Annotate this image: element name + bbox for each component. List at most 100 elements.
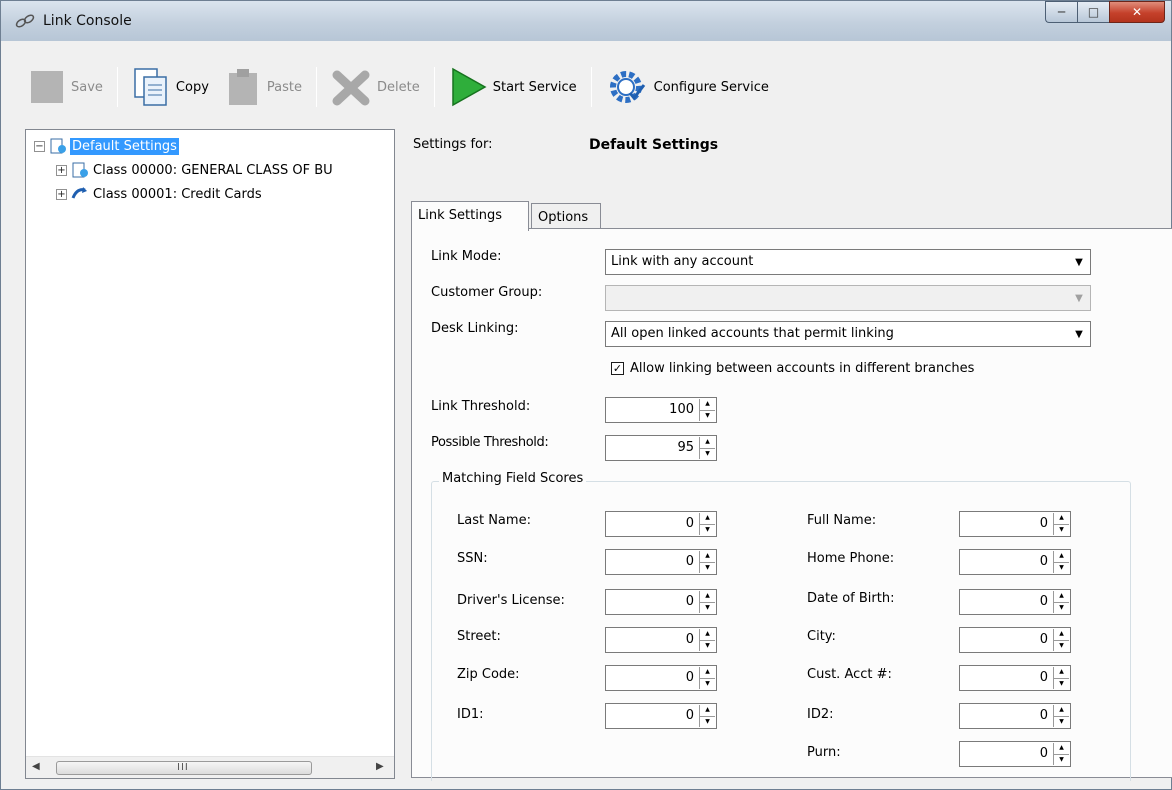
street-score-stepper[interactable]: 0 ▲ ▼ (605, 627, 717, 653)
spin-down-icon[interactable]: ▼ (699, 716, 715, 727)
paste-button[interactable]: Paste (219, 62, 308, 112)
spin-down-icon[interactable]: ▼ (699, 524, 715, 535)
scroll-right-icon[interactable]: ▶ (376, 761, 384, 772)
spin-buttons[interactable]: ▲ ▼ (699, 399, 715, 421)
link-mode-dropdown[interactable]: Link with any account ▼ (605, 249, 1091, 275)
spin-buttons[interactable]: ▲ ▼ (699, 705, 715, 727)
city-score-stepper[interactable]: 0 ▲ ▼ (959, 627, 1071, 653)
ssn-score-stepper[interactable]: 0 ▲ ▼ (605, 549, 717, 575)
link-threshold-stepper[interactable]: 100 ▲ ▼ (605, 397, 717, 423)
spin-down-icon[interactable]: ▼ (699, 602, 715, 613)
zip-code-score-stepper[interactable]: 0 ▲ ▼ (605, 665, 717, 691)
minimize-button[interactable]: ─ (1045, 1, 1077, 23)
copy-button[interactable]: Copy (126, 62, 215, 112)
spin-buttons[interactable]: ▲ ▼ (1053, 743, 1069, 765)
horizontal-scrollbar[interactable]: ◀ III ▶ (26, 756, 394, 778)
start-service-button[interactable]: Start Service (443, 62, 583, 112)
close-button[interactable]: ✕ (1109, 1, 1165, 23)
tree-node[interactable]: + Class 00000: GENERAL CLASS OF BU (56, 160, 333, 180)
date-of-birth-label: Date of Birth: (807, 591, 895, 606)
spin-up-icon[interactable]: ▲ (1053, 513, 1069, 525)
spin-buttons[interactable]: ▲ ▼ (1053, 705, 1069, 727)
scroll-thumb[interactable]: III (56, 761, 312, 775)
spin-down-icon[interactable]: ▼ (1053, 602, 1069, 613)
chevron-down-icon[interactable]: ▼ (1070, 252, 1088, 272)
spin-up-icon[interactable]: ▲ (699, 513, 715, 525)
desk-linking-dropdown[interactable]: All open linked accounts that permit lin… (605, 321, 1091, 347)
toolbar-separator (316, 67, 317, 107)
expand-icon[interactable]: + (56, 164, 67, 176)
spin-up-icon[interactable]: ▲ (699, 667, 715, 679)
spin-up-icon[interactable]: ▲ (1053, 705, 1069, 717)
collapse-icon[interactable]: − (34, 140, 45, 152)
id2-score-stepper[interactable]: 0 ▲ ▼ (959, 703, 1071, 729)
tree-item-label[interactable]: Class 00001: Credit Cards (93, 187, 262, 202)
tree-node-root[interactable]: − Default Settings (34, 136, 179, 156)
tab-options[interactable]: Options (531, 203, 601, 229)
spin-buttons[interactable]: ▲ ▼ (699, 513, 715, 535)
save-button[interactable]: Save (23, 62, 109, 112)
spin-up-icon[interactable]: ▲ (699, 629, 715, 641)
spin-up-icon[interactable]: ▲ (1053, 551, 1069, 563)
purn-score-stepper[interactable]: 0 ▲ ▼ (959, 741, 1071, 767)
spin-down-icon[interactable]: ▼ (1053, 754, 1069, 765)
spin-down-icon[interactable]: ▼ (1053, 562, 1069, 573)
spin-buttons[interactable]: ▲ ▼ (1053, 667, 1069, 689)
score-value: 0 (1039, 708, 1048, 723)
spin-buttons[interactable]: ▲ ▼ (699, 667, 715, 689)
spin-down-icon[interactable]: ▼ (1053, 678, 1069, 689)
spin-buttons[interactable]: ▲ ▼ (699, 551, 715, 573)
paste-label: Paste (266, 79, 302, 95)
allow-linking-checkbox[interactable]: ✓ Allow linking between accounts in diff… (611, 361, 974, 376)
last-name-score-stepper[interactable]: 0 ▲ ▼ (605, 511, 717, 537)
expand-icon[interactable]: + (56, 188, 67, 200)
spin-down-icon[interactable]: ▼ (1053, 524, 1069, 535)
configure-service-button[interactable]: Configure Service (600, 62, 775, 112)
tree-root-label[interactable]: Default Settings (70, 137, 179, 155)
home-phone-score-stepper[interactable]: 0 ▲ ▼ (959, 549, 1071, 575)
spin-buttons[interactable]: ▲ ▼ (1053, 551, 1069, 573)
chevron-down-icon[interactable]: ▼ (1070, 324, 1088, 344)
settings-tree[interactable]: − Default Settings + Class 00000: GENERA… (25, 129, 395, 779)
spin-up-icon[interactable]: ▲ (699, 437, 715, 449)
spin-buttons[interactable]: ▲ ▼ (699, 629, 715, 651)
spin-up-icon[interactable]: ▲ (699, 591, 715, 603)
cust-acct-score-stepper[interactable]: 0 ▲ ▼ (959, 665, 1071, 691)
spin-up-icon[interactable]: ▲ (699, 705, 715, 717)
spin-down-icon[interactable]: ▼ (699, 678, 715, 689)
spin-up-icon[interactable]: ▲ (1053, 743, 1069, 755)
spin-buttons[interactable]: ▲ ▼ (699, 437, 715, 459)
link-mode-value: Link with any account (611, 254, 754, 269)
spin-buttons[interactable]: ▲ ▼ (1053, 629, 1069, 651)
possible-threshold-stepper[interactable]: 95 ▲ ▼ (605, 435, 717, 461)
spin-down-icon[interactable]: ▼ (699, 640, 715, 651)
customer-group-dropdown[interactable]: ▼ (605, 285, 1091, 311)
tab-link-settings[interactable]: Link Settings (411, 201, 529, 231)
spin-up-icon[interactable]: ▲ (1053, 629, 1069, 641)
tree-item-label[interactable]: Class 00000: GENERAL CLASS OF BU (93, 163, 333, 178)
spin-up-icon[interactable]: ▲ (1053, 667, 1069, 679)
spin-up-icon[interactable]: ▲ (699, 551, 715, 563)
checkmark-icon[interactable]: ✓ (611, 362, 624, 375)
spin-down-icon[interactable]: ▼ (699, 448, 715, 459)
full-name-score-stepper[interactable]: 0 ▲ ▼ (959, 511, 1071, 537)
chevron-down-icon[interactable]: ▼ (1070, 288, 1088, 308)
scroll-left-icon[interactable]: ◀ (32, 761, 40, 772)
link-threshold-label: Link Threshold: (431, 399, 531, 414)
spin-buttons[interactable]: ▲ ▼ (699, 591, 715, 613)
spin-up-icon[interactable]: ▲ (699, 399, 715, 411)
spin-buttons[interactable]: ▲ ▼ (1053, 513, 1069, 535)
tree-node[interactable]: + Class 00001: Credit Cards (56, 184, 262, 204)
link-icon (15, 14, 35, 28)
spin-down-icon[interactable]: ▼ (1053, 640, 1069, 651)
date-of-birth-score-stepper[interactable]: 0 ▲ ▼ (959, 589, 1071, 615)
spin-down-icon[interactable]: ▼ (699, 562, 715, 573)
id1-score-stepper[interactable]: 0 ▲ ▼ (605, 703, 717, 729)
spin-up-icon[interactable]: ▲ (1053, 591, 1069, 603)
maximize-button[interactable]: □ (1077, 1, 1109, 23)
delete-button[interactable]: Delete (325, 62, 426, 112)
spin-down-icon[interactable]: ▼ (1053, 716, 1069, 727)
drivers-license-score-stepper[interactable]: 0 ▲ ▼ (605, 589, 717, 615)
spin-down-icon[interactable]: ▼ (699, 410, 715, 421)
spin-buttons[interactable]: ▲ ▼ (1053, 591, 1069, 613)
